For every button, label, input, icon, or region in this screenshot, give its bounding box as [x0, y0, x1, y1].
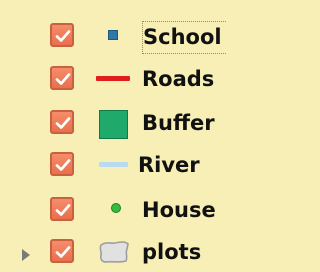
layer-label-river[interactable]: River: [138, 153, 200, 178]
checkmark-icon: [55, 204, 71, 216]
layer-row-plots[interactable]: plots: [0, 232, 300, 272]
layer-label-house[interactable]: House: [142, 198, 216, 223]
layer-row-river[interactable]: River: [0, 145, 300, 185]
layer-checkbox-school[interactable]: [50, 23, 74, 47]
layer-checkbox-roads[interactable]: [50, 66, 74, 90]
layer-label-roads[interactable]: Roads: [142, 67, 214, 92]
layer-label-school[interactable]: School: [142, 21, 226, 54]
point-symbol-icon: [108, 30, 118, 40]
layer-checkbox-buffer[interactable]: [50, 110, 74, 134]
polygon-outline-symbol-icon: [99, 241, 129, 263]
layer-checkbox-river[interactable]: [50, 152, 74, 176]
line-symbol-icon: [96, 76, 130, 81]
layer-checkbox-house[interactable]: [50, 197, 74, 221]
layer-row-buffer[interactable]: Buffer: [0, 103, 300, 143]
layers-panel: School Roads Buffer River House plots: [0, 0, 300, 268]
polygon-symbol-icon: [99, 110, 128, 139]
checkmark-icon: [55, 30, 71, 42]
checkmark-icon: [55, 246, 71, 258]
checkmark-icon: [55, 117, 71, 129]
layer-row-school[interactable]: School: [0, 16, 300, 56]
layer-checkbox-plots[interactable]: [50, 239, 74, 263]
circle-symbol-icon: [111, 203, 121, 213]
checkmark-icon: [55, 73, 71, 85]
line-symbol-icon: [99, 162, 128, 167]
expand-arrow-icon[interactable]: [22, 249, 30, 261]
checkmark-icon: [55, 159, 71, 171]
layer-label-buffer[interactable]: Buffer: [142, 111, 215, 136]
layer-row-roads[interactable]: Roads: [0, 59, 300, 99]
layer-row-house[interactable]: House: [0, 190, 300, 230]
layer-label-plots[interactable]: plots: [142, 240, 201, 265]
